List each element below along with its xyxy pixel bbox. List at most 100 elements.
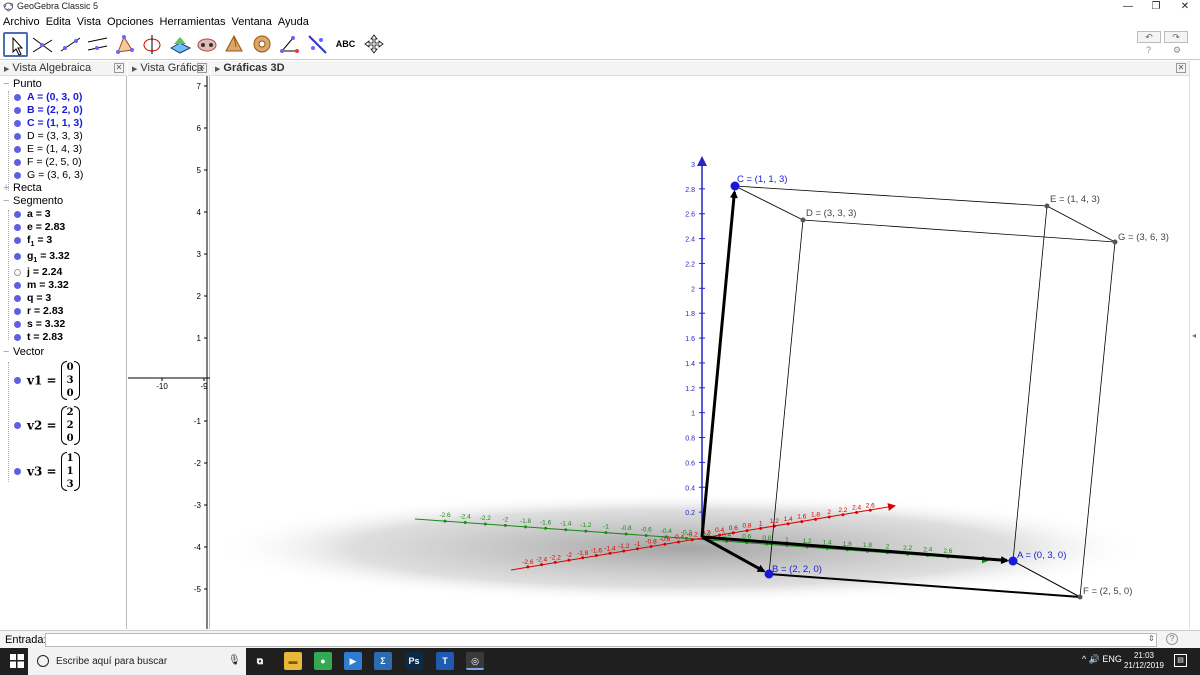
algebra-item[interactable]: v2 = 2 2 0 — [14, 406, 80, 445]
help-icon[interactable]: ? — [1146, 45, 1151, 55]
collapse-minus-icon[interactable]: − — [3, 78, 13, 90]
category-punto[interactable]: − Punto — [3, 78, 42, 90]
segment-ea[interactable] — [1012, 205, 1048, 562]
text-tool-button[interactable]: ABC — [333, 32, 358, 57]
visibility-dot-icon[interactable] — [14, 333, 21, 341]
microphone-icon[interactable]: 🎙 — [228, 655, 241, 666]
point-e[interactable] — [1044, 203, 1050, 209]
visibility-dot-icon[interactable] — [14, 294, 21, 302]
menu-ayuda[interactable]: Ayuda — [275, 14, 312, 30]
visibility-dot-icon[interactable] — [14, 252, 21, 260]
point-f[interactable] — [1077, 594, 1083, 600]
taskbar-clock[interactable]: 21:03 21/12/2019 — [1120, 651, 1168, 671]
menu-edita[interactable]: Edita — [43, 14, 74, 30]
visibility-dot-icon[interactable] — [14, 171, 21, 179]
algebra-item[interactable]: A = (0, 3, 0) — [14, 91, 82, 103]
taskbar-chrome-icon[interactable]: ● — [314, 652, 332, 670]
algebra-item[interactable]: C = (1, 1, 3) — [14, 117, 83, 129]
visibility-dot-icon[interactable] — [14, 281, 21, 289]
menu-herramientas[interactable]: Herramientas — [157, 14, 229, 30]
close-view-icon[interactable]: ✕ — [1176, 63, 1186, 73]
menu-ventana[interactable]: Ventana — [229, 14, 275, 30]
segment-cd[interactable] — [734, 185, 804, 221]
graphics-view-header[interactable]: ▶ Vista Gráfica ✕ — [128, 61, 210, 76]
taskbar-task-view-icon[interactable]: ⧉ — [251, 652, 269, 670]
undo-button[interactable]: ↶ — [1137, 31, 1161, 43]
visibility-dot-icon[interactable] — [14, 132, 21, 140]
taskbar-word-app-icon[interactable]: T — [436, 652, 454, 670]
algebra-item[interactable]: F = (2, 5, 0) — [14, 156, 82, 168]
system-tray-icons[interactable]: ^ 🔊 ENG — [1082, 654, 1122, 665]
category-segmento[interactable]: − Segmento — [3, 195, 63, 207]
category-vector[interactable]: − Vector — [3, 346, 44, 358]
input-field[interactable] — [45, 633, 1157, 647]
graphics-3d-canvas[interactable]: 3 2.8 2.6 2.4 2.2 2 1.8 1.6 1.4 1.2 1 0.8 0.6 0.4 0.2 -… — [211, 76, 1189, 629]
expand-plus-icon[interactable]: + — [3, 182, 13, 194]
taskbar-media-app-icon[interactable]: ▶ — [344, 652, 362, 670]
visibility-dot-icon[interactable] — [14, 93, 21, 101]
algebra-item[interactable]: j = 2.24 — [14, 266, 62, 278]
graphics3d-view[interactable]: 3 2.8 2.6 2.4 2.2 2 1.8 1.6 1.4 1.2 1 0.8 0.6 0.4 0.2 -… — [211, 76, 1189, 629]
algebra-item[interactable]: D = (3, 3, 3) — [14, 130, 83, 142]
hidden-dot-icon[interactable] — [14, 268, 21, 276]
vector-v3[interactable] — [700, 189, 738, 538]
taskbar-search-box[interactable]: Escribe aquí para buscar 🎙 — [28, 648, 246, 675]
visibility-dot-icon[interactable] — [14, 223, 21, 231]
point-g[interactable] — [1112, 239, 1118, 245]
maximize-button[interactable]: ❐ — [1141, 0, 1171, 14]
collapse-minus-icon[interactable]: − — [3, 195, 13, 207]
close-view-icon[interactable]: ✕ — [197, 63, 207, 73]
visibility-dot-icon[interactable] — [14, 158, 21, 166]
menu-vista[interactable]: Vista — [74, 14, 104, 30]
algebra-item[interactable]: t = 2.83 — [14, 331, 63, 343]
line-tool-button[interactable] — [58, 32, 83, 57]
expand-panel-icon[interactable]: ◂ — [1192, 331, 1196, 340]
windows-start-icon[interactable] — [10, 654, 24, 668]
transform-tool-button[interactable] — [362, 32, 387, 57]
algebra-item[interactable]: m = 3.32 — [14, 279, 69, 291]
graphics-2d-canvas[interactable]: 7 6 5 4 3 2 1 -1 -2 -3 -4 -5 -10 -9 — [128, 76, 210, 629]
taskbar-file-explorer-icon[interactable]: ▬ — [284, 652, 302, 670]
taskbar-geogebra-icon[interactable]: ◎ — [466, 652, 484, 670]
net-tool-button[interactable] — [250, 32, 275, 57]
taskbar-sigma-app-icon[interactable]: Σ — [374, 652, 392, 670]
reflect-tool-button[interactable] — [305, 32, 330, 57]
category-recta[interactable]: + Recta — [3, 182, 42, 194]
graphics3d-view-header[interactable]: ▶ Gráficas 3D ✕ — [211, 61, 1189, 76]
menu-archivo[interactable]: Archivo — [0, 14, 43, 30]
segment-dg[interactable] — [802, 219, 1116, 243]
segment-eg[interactable] — [1046, 205, 1116, 243]
point-d[interactable] — [800, 217, 806, 223]
graphics-view[interactable]: 7 6 5 4 3 2 1 -1 -2 -3 -4 -5 -10 -9 — [128, 76, 210, 629]
visibility-dot-icon[interactable] — [14, 307, 21, 315]
input-help-icon[interactable]: ? — [1166, 633, 1178, 645]
algebra-item[interactable]: f1 = 3 — [14, 234, 52, 248]
visibility-dot-icon[interactable] — [14, 210, 21, 218]
perpendicular-tool-button[interactable] — [85, 32, 110, 57]
visibility-dot-icon[interactable] — [14, 119, 21, 127]
pyramid-tool-button[interactable] — [222, 32, 247, 57]
side-panel-strip[interactable]: ◂ — [1189, 61, 1200, 629]
minimize-button[interactable]: — — [1113, 0, 1143, 14]
algebra-item[interactable]: q = 3 — [14, 292, 51, 304]
visibility-dot-icon[interactable] — [14, 468, 21, 475]
algebra-item[interactable]: g1 = 3.32 — [14, 250, 70, 264]
collapse-triangle-icon[interactable]: ▶ — [215, 62, 220, 77]
collapse-minus-icon[interactable]: − — [3, 346, 13, 358]
notification-icon[interactable]: ▤ — [1174, 654, 1187, 667]
circle-tool-button[interactable] — [140, 32, 165, 57]
polygon-tool-button[interactable] — [112, 32, 137, 57]
visibility-dot-icon[interactable] — [14, 106, 21, 114]
settings-gear-icon[interactable]: ⚙ — [1173, 45, 1181, 56]
sphere-tool-button[interactable] — [195, 32, 220, 57]
algebra-item[interactable]: e = 2.83 — [14, 221, 65, 233]
plane-tool-button[interactable] — [168, 32, 193, 57]
input-spinner-icon[interactable]: ⇕ — [1148, 634, 1155, 643]
angle-tool-button[interactable] — [277, 32, 302, 57]
algebra-item[interactable]: r = 2.83 — [14, 305, 64, 317]
close-view-icon[interactable]: ✕ — [114, 63, 124, 73]
taskbar-photoshop-icon[interactable]: Ps — [405, 652, 423, 670]
algebra-view-header[interactable]: ▶ Vista Algebraica ✕ — [0, 61, 127, 76]
menu-opciones[interactable]: Opciones — [104, 14, 156, 30]
visibility-dot-icon[interactable] — [14, 145, 21, 153]
